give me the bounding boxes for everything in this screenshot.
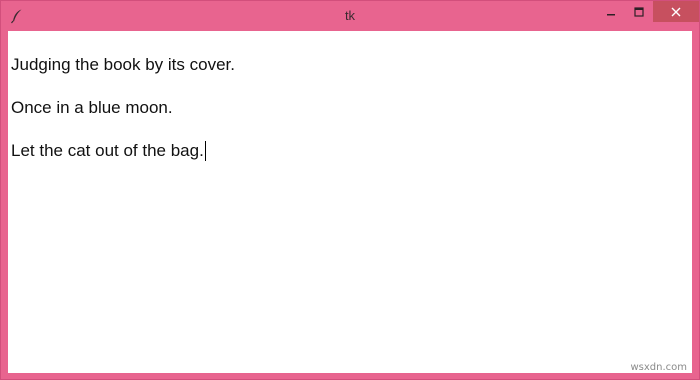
window-controls	[597, 1, 699, 22]
text-line-2: Once in a blue moon.	[11, 98, 173, 117]
close-icon	[671, 2, 681, 21]
minimize-button[interactable]	[597, 1, 625, 22]
text-line-3: Let the cat out of the bag.	[11, 141, 206, 161]
client-area: Judging the book by its cover. Once in a…	[8, 31, 692, 373]
maximize-button[interactable]	[625, 1, 653, 22]
maximize-icon	[634, 2, 644, 21]
app-window: tk Judging the book by its cover. Once i…	[0, 0, 700, 380]
title-bar[interactable]: tk	[1, 1, 699, 31]
text-widget[interactable]: Judging the book by its cover. Once in a…	[11, 31, 692, 373]
minimize-icon	[606, 2, 616, 21]
text-cursor	[204, 141, 206, 161]
window-title: tk	[344, 8, 356, 23]
text-line-3-content: Let the cat out of the bag.	[11, 141, 204, 160]
watermark: wsxdn.com	[630, 362, 687, 373]
text-line-1: Judging the book by its cover.	[11, 55, 235, 74]
close-button[interactable]	[653, 1, 699, 22]
